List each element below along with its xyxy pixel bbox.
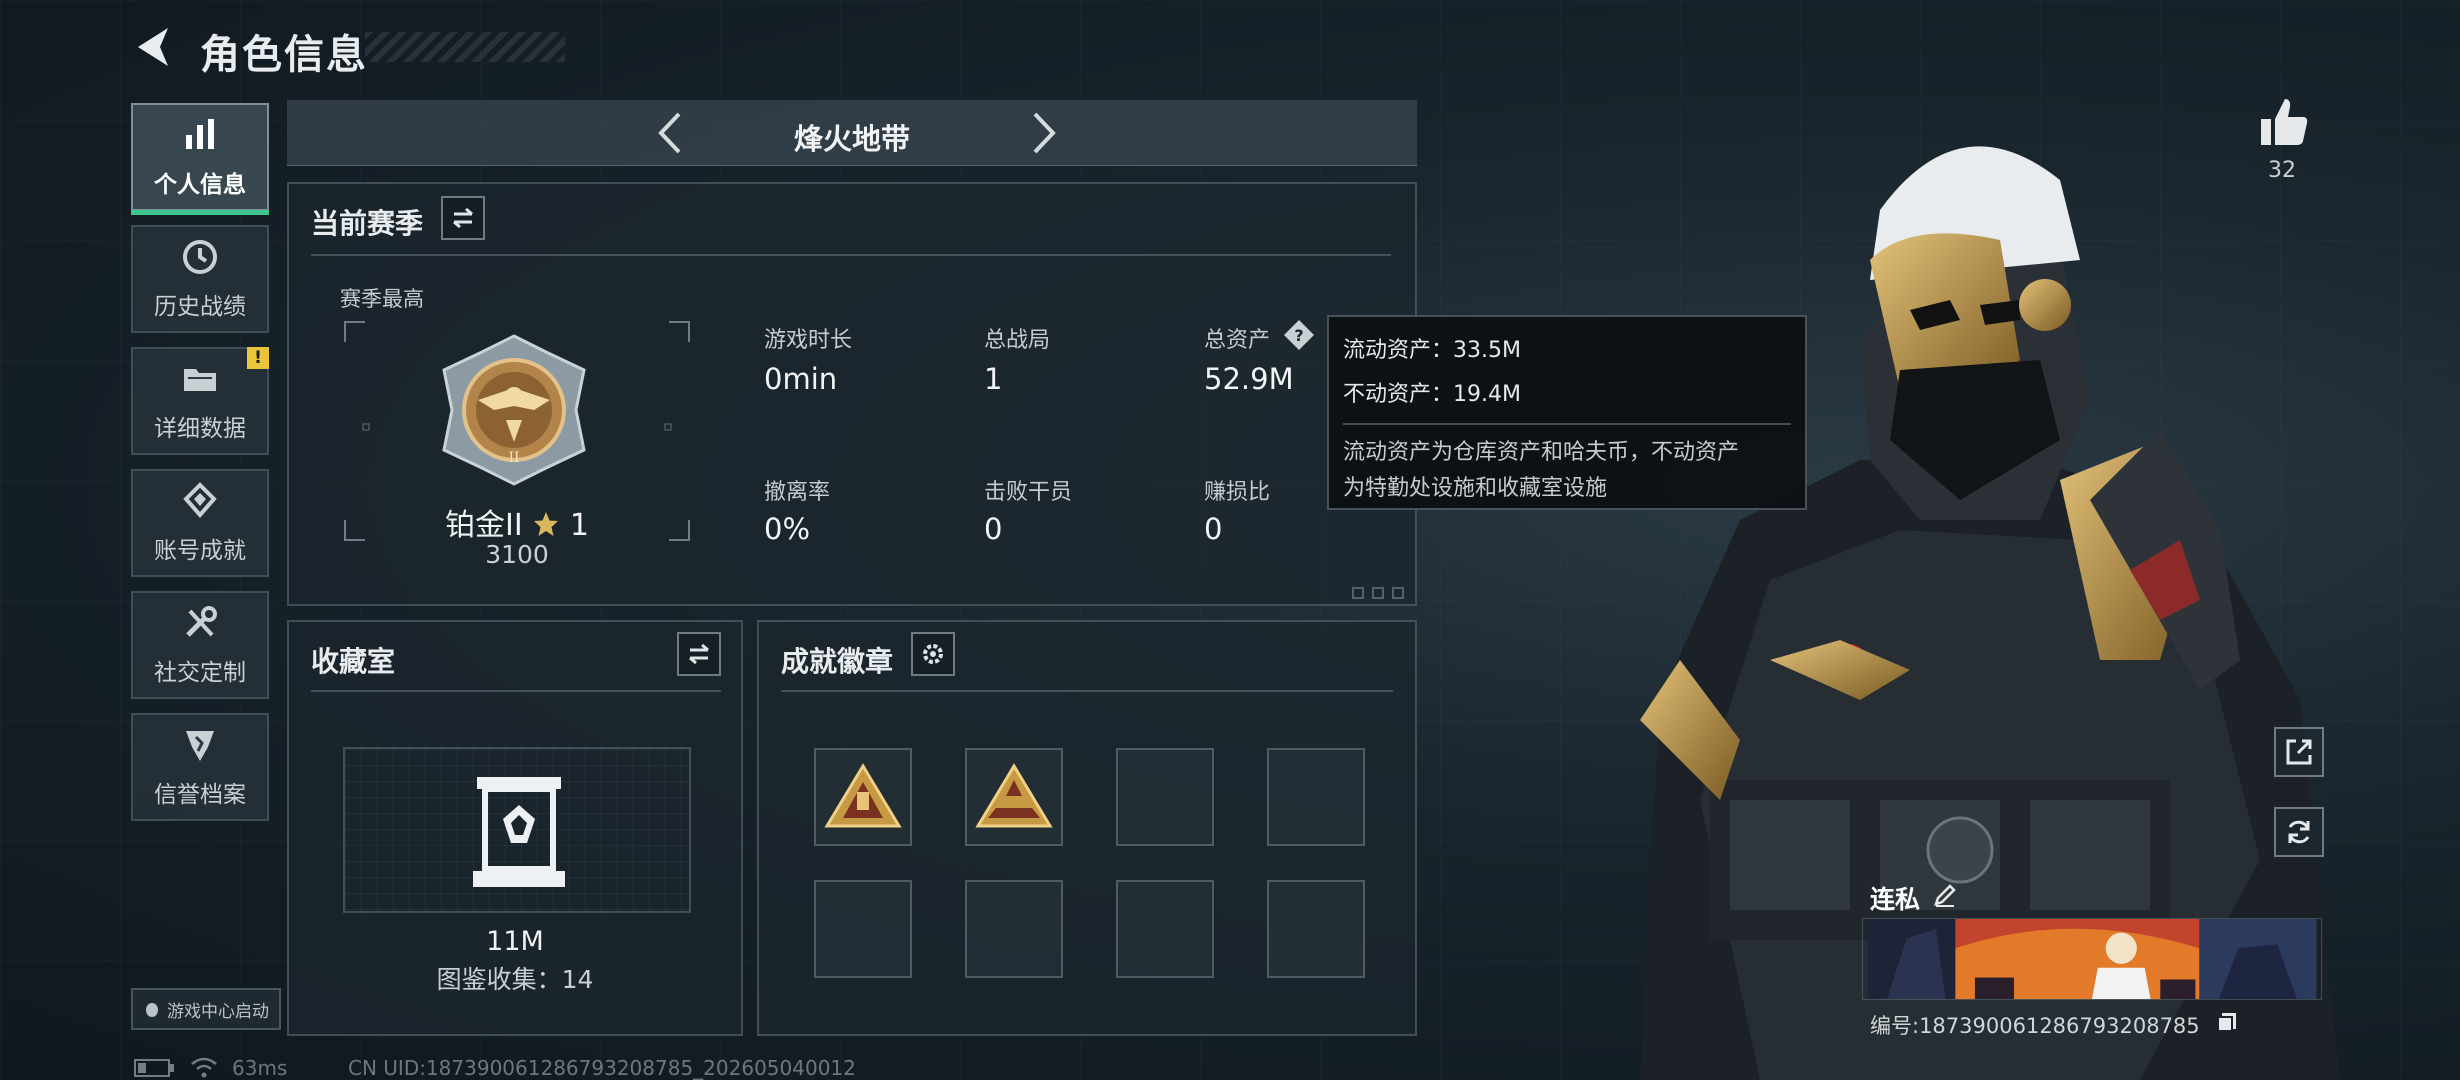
collection-switch-button[interactable]: [677, 632, 721, 676]
uid-text: CN UID:187390061286793208785_20260504001…: [348, 1056, 856, 1080]
sidebar-item-detailed-data[interactable]: ! 详细数据: [131, 347, 269, 455]
badge-slot-empty[interactable]: [1267, 880, 1365, 978]
rank-tier: 铂金II: [445, 508, 523, 543]
sidebar-item-history[interactable]: 历史战绩: [131, 225, 269, 333]
warning-badge: !: [247, 347, 269, 369]
clock-icon: [183, 240, 217, 274]
sidebar-item-label: 详细数据: [154, 416, 246, 442]
ping-indicator: 63ms: [232, 1056, 288, 1080]
stat-label: 赚损比: [1204, 480, 1271, 505]
game-center-label: 游戏中心启动: [167, 1001, 269, 1022]
badge-triangle-icon: [824, 763, 902, 828]
title-decoration: [365, 32, 565, 62]
collection-count: 图鉴收集：14: [436, 965, 594, 994]
thumbs-up-icon[interactable]: [2257, 95, 2311, 149]
mode-selector: 烽火地带: [287, 100, 1417, 166]
stat-value: 1: [984, 362, 1003, 396]
platinum-rank-emblem-icon: II: [442, 334, 586, 486]
divider: [311, 254, 1391, 256]
stat-value: 52.9M: [1204, 362, 1294, 396]
divider: [781, 690, 1393, 692]
stat-label: 游戏时长: [764, 328, 853, 353]
rank-stars: 1: [569, 508, 589, 543]
swap-icon: [453, 207, 473, 229]
battery-icon: [134, 1059, 174, 1077]
edit-pencil-icon[interactable]: [1932, 882, 1958, 908]
collection-card[interactable]: [343, 747, 691, 913]
season-title: 当前赛季: [311, 207, 424, 240]
tools-icon: [186, 606, 217, 637]
badge-slot-empty[interactable]: [1267, 748, 1365, 846]
next-mode-icon[interactable]: [1017, 108, 1067, 158]
total-assets-tooltip: 流动资产：33.5M 不动资产：19.4M 流动资产为仓库资产和哈夫币，不动资产…: [1327, 315, 1807, 510]
sidebar-item-personal-info[interactable]: 个人信息: [131, 103, 269, 215]
rank-name: 铂金II 1: [343, 500, 691, 544]
badge-triangle-icon: [975, 763, 1053, 828]
player-id: 编号:187390061286793208785: [1870, 1014, 2200, 1038]
wifi-icon: [191, 1057, 217, 1078]
help-icon[interactable]: ?: [1282, 318, 1316, 352]
refresh-icon: [2288, 820, 2310, 844]
season-best-label: 赛季最高: [340, 287, 424, 311]
divider: [311, 690, 721, 692]
mode-title: 烽火地带: [793, 122, 910, 156]
tooltip-divider: [1343, 423, 1791, 425]
stat-value: 0: [984, 512, 1003, 546]
page-title: 角色信息: [200, 32, 368, 78]
swap-icon: [689, 643, 709, 665]
sidebar-item-label: 账号成就: [154, 538, 246, 564]
player-name: 连私: [1870, 885, 1921, 914]
tooltip-note-line2: 为特勤处设施和收藏室设施: [1343, 476, 1608, 501]
season-switch-button[interactable]: [441, 196, 485, 240]
sidebar-item-achievements[interactable]: 账号成就: [131, 469, 269, 577]
penguin-icon: [146, 1003, 158, 1017]
game-center-button[interactable]: 游戏中心启动: [131, 988, 281, 1030]
badge-slot-empty[interactable]: [1116, 880, 1214, 978]
collection-title: 收藏室: [311, 645, 396, 678]
folder-icon: [184, 369, 216, 391]
achievements-panel: 成就徽章: [757, 620, 1417, 1036]
shield-icon: [186, 731, 214, 761]
rank-score: 3100: [485, 540, 549, 569]
badge-slot-empty[interactable]: [1116, 748, 1214, 846]
liquid-assets: 流动资产：33.5M: [1343, 338, 1521, 363]
copy-icon[interactable]: [2216, 1011, 2238, 1033]
svg-text:II: II: [508, 450, 519, 466]
achievements-settings-button[interactable]: [911, 632, 955, 676]
gear-icon: [923, 644, 943, 664]
stat-value: 0: [1204, 512, 1223, 546]
sidebar-item-credit[interactable]: 信誉档案: [131, 713, 269, 821]
stat-label: 总战局: [984, 328, 1051, 353]
share-icon: [2286, 739, 2312, 765]
bar-chart-icon: [186, 119, 214, 149]
sidebar-item-label: 历史战绩: [154, 294, 246, 320]
refresh-button[interactable]: [2274, 807, 2324, 857]
achievements-title: 成就徽章: [781, 645, 894, 678]
display-case-icon: [473, 777, 565, 887]
stat-label: 撤离率: [764, 480, 831, 505]
fixed-assets: 不动资产：19.4M: [1343, 382, 1521, 407]
badge-slot-empty[interactable]: [965, 880, 1063, 978]
sidebar-item-label: 信誉档案: [154, 782, 246, 808]
sidebar-item-social[interactable]: 社交定制: [131, 591, 269, 699]
name-plate-banner[interactable]: [1862, 918, 2322, 1000]
star-icon: [534, 512, 559, 536]
like-count: 32: [2268, 158, 2296, 183]
collection-value: 11M: [486, 926, 544, 957]
stat-label: 击败干员: [984, 480, 1073, 505]
share-button[interactable]: [2274, 727, 2324, 777]
stat-value: 0min: [764, 362, 838, 396]
stat-value: 0%: [764, 512, 811, 546]
achievement-icon: [183, 482, 217, 519]
corner-decoration: [1352, 587, 1404, 599]
badge-slot[interactable]: [965, 748, 1063, 846]
sidebar-item-label: 个人信息: [154, 172, 246, 198]
back-arrow-icon[interactable]: [130, 22, 180, 72]
tooltip-note-line1: 流动资产为仓库资产和哈夫币，不动资产: [1343, 440, 1740, 465]
badge-slot[interactable]: [814, 748, 912, 846]
svg-text:?: ?: [1294, 326, 1303, 345]
stat-label: 总资产: [1204, 328, 1271, 353]
badge-slot-empty[interactable]: [814, 880, 912, 978]
sidebar-item-label: 社交定制: [154, 660, 246, 686]
